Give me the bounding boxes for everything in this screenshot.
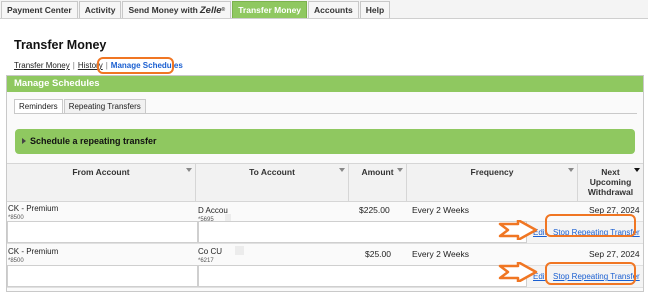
page-title: Transfer Money	[14, 38, 107, 52]
to-input-area	[198, 221, 527, 243]
subtabs: Reminders Repeating Transfers	[14, 99, 147, 114]
col-header-label: Amount	[361, 167, 394, 177]
to-input-area	[198, 265, 527, 287]
tab-send-money-zelle[interactable]: Send Money with Zelle ®	[122, 1, 232, 18]
col-header-line: Upcoming	[589, 177, 632, 187]
sort-arrow-icon	[339, 168, 345, 172]
subnav-transfer-money-link[interactable]: Transfer Money	[14, 61, 70, 70]
sort-arrow-icon	[397, 168, 403, 172]
tab-label: Transfer Money	[238, 5, 302, 15]
manage-schedules-panel: Manage Schedules Reminders Repeating Tra…	[6, 75, 644, 292]
col-header-label: Frequency	[470, 167, 514, 177]
redacted-block	[235, 246, 244, 255]
expand-triangle-icon	[22, 137, 26, 144]
to-account-number: *6217	[198, 258, 214, 264]
col-header-label: From Account	[72, 167, 130, 177]
frequency-cell: Every 2 Weeks	[412, 205, 470, 215]
zelle-logo: Zelle	[199, 4, 222, 16]
next-withdrawal-cell: Sep 27, 2024	[589, 249, 640, 259]
highlight-stop-transfer-1	[545, 214, 636, 237]
subtab-reminders[interactable]: Reminders	[14, 99, 63, 114]
repeat-bar-label: Schedule a repeating transfer	[30, 136, 157, 146]
from-account-cell: CK - Premium *8500	[8, 247, 58, 264]
col-header-label: To Account	[249, 167, 295, 177]
tab-label: Accounts	[314, 5, 353, 15]
tab-help[interactable]: Help	[359, 1, 391, 18]
subtab-divider	[14, 113, 637, 114]
from-account-name: CK - Premium	[8, 204, 59, 213]
highlight-manage-schedules	[97, 57, 174, 74]
amount-cell: $225.00	[359, 205, 390, 215]
from-account-number: *8500	[8, 258, 24, 264]
highlight-stop-transfer-2	[545, 262, 636, 285]
col-to-account[interactable]: To Account	[196, 164, 349, 201]
tab-label: Help	[365, 5, 385, 15]
tab-label: Payment Center	[7, 5, 72, 15]
tab-transfer-money[interactable]: Transfer Money	[232, 1, 308, 18]
zelle-registered-mark: ®	[221, 7, 226, 13]
arrow-right-icon	[498, 220, 538, 240]
col-from-account[interactable]: From Account	[7, 164, 196, 201]
tab-accounts[interactable]: Accounts	[308, 1, 359, 18]
from-input-area	[7, 265, 198, 287]
tab-activity[interactable]: Activity	[78, 1, 122, 18]
col-amount[interactable]: Amount	[349, 164, 407, 201]
frequency-cell: Every 2 Weeks	[412, 249, 470, 259]
subnav-separator: |	[72, 61, 75, 70]
col-frequency[interactable]: Frequency	[407, 164, 578, 201]
tab-label: Send Money with	[128, 5, 198, 15]
table-header: From Account To Account Amount Frequency…	[7, 163, 643, 202]
top-nav: Payment Center Activity Send Money with …	[0, 0, 648, 19]
sort-arrow-icon	[186, 168, 192, 172]
from-account-name: CK - Premium	[8, 247, 59, 256]
amount-cell: $25.00	[365, 249, 391, 259]
from-account-cell: CK - Premium *8500	[8, 204, 58, 221]
sort-arrow-icon	[634, 168, 640, 172]
panel-header: Manage Schedules	[7, 76, 643, 92]
from-input-area	[7, 221, 198, 243]
to-account-name: D Accou	[198, 206, 228, 215]
tab-payment-center[interactable]: Payment Center	[1, 1, 78, 18]
schedule-repeating-transfer-bar[interactable]: Schedule a repeating transfer	[15, 129, 635, 154]
subtab-repeating-transfers[interactable]: Repeating Transfers	[63, 99, 146, 114]
tab-label: Activity	[84, 5, 116, 15]
col-next-withdrawal[interactable]: Next Upcoming Withdrawal	[578, 164, 643, 201]
to-account-name: Co CU	[198, 247, 223, 256]
sort-arrow-icon	[568, 168, 574, 172]
to-account-cell: Co CU *6217	[198, 247, 222, 264]
arrow-right-icon	[498, 262, 538, 282]
col-header-line: Withdrawal	[587, 187, 634, 197]
